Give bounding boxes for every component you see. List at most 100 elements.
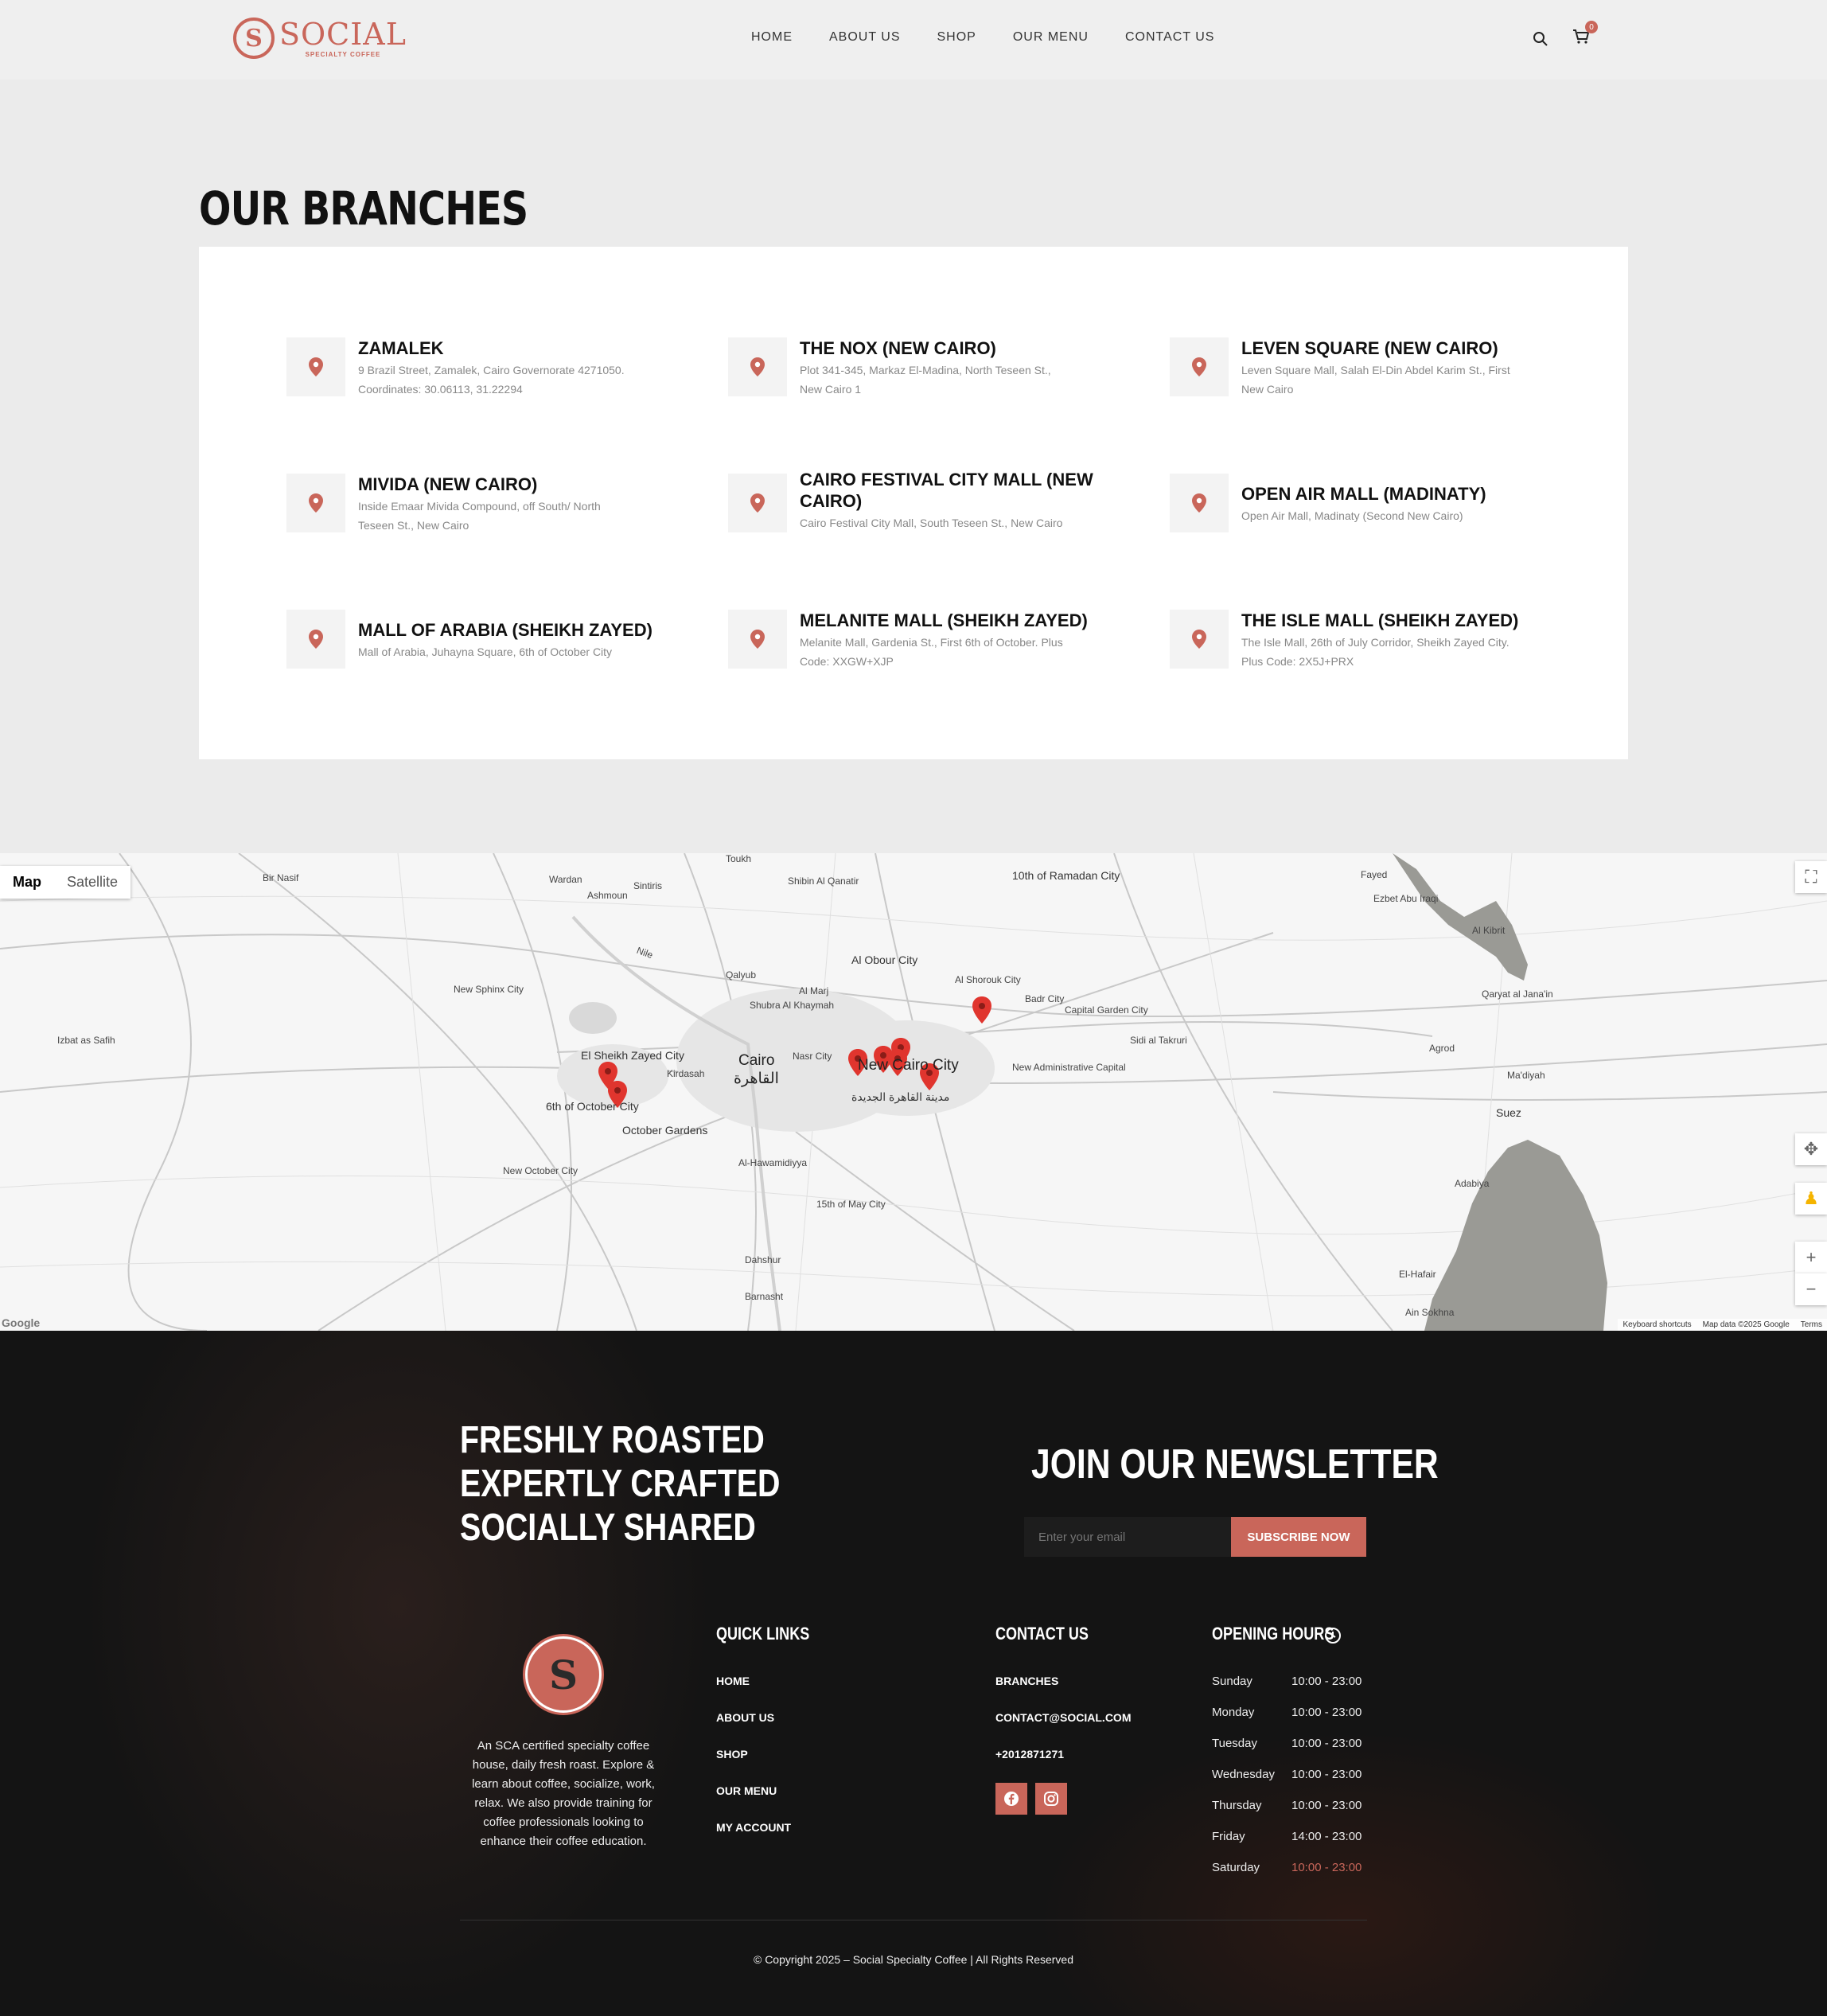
map-label: Ezbet Abu Iraqi (1373, 893, 1439, 904)
map-label: 15th of May City (816, 1199, 886, 1210)
quick-links-title: QUICK LINKS (716, 1624, 810, 1644)
cart-button[interactable]: 0 (1572, 21, 1598, 49)
facebook-icon[interactable] (995, 1783, 1027, 1815)
map-label: 10th of Ramadan City (1012, 869, 1120, 882)
branch-address: Cairo Festival City Mall, South Teseen S… (800, 517, 1063, 529)
logo-word: SOCIAL (279, 16, 407, 52)
footer-link-home[interactable]: HOME (716, 1675, 750, 1687)
contact-title: CONTACT US (995, 1624, 1089, 1644)
location-pin-icon (286, 337, 345, 396)
footer-link-my-account[interactable]: MY ACCOUNT (716, 1821, 791, 1834)
branch-item: MALL OF ARABIA (SHEIKH ZAYED) Mall of Ar… (286, 610, 700, 669)
map-type-map[interactable]: Map (0, 866, 54, 899)
map-label: New Sphinx City (454, 984, 524, 995)
clock-icon (1325, 1628, 1341, 1644)
newsletter-email-input[interactable] (1024, 1517, 1231, 1557)
map-label: Qalyub (726, 969, 757, 981)
branch-address: Melanite Mall, Gardenia St., First 6th o… (800, 636, 1063, 668)
branch-address: Mall of Arabia, Juhayna Square, 6th of O… (358, 645, 613, 658)
zoom-out-icon[interactable]: − (1795, 1273, 1827, 1305)
branch-name: ZAMALEK (358, 338, 444, 358)
keyboard-shortcuts-link[interactable]: Keyboard shortcuts (1622, 1320, 1691, 1329)
location-pin-icon (728, 474, 787, 532)
map-type-toggle: Map Satellite (0, 866, 131, 899)
nav-about-us[interactable]: ABOUT US (829, 30, 901, 45)
cart-count-badge: 0 (1585, 21, 1598, 33)
camera-control-icon[interactable]: ✥ (1795, 1133, 1827, 1165)
map-label: El-Hafair (1399, 1269, 1436, 1280)
map-label: Kirdasah (667, 1068, 705, 1079)
map-label: Al Kibrit (1472, 925, 1506, 936)
search-icon[interactable] (1533, 31, 1548, 47)
logo-subtitle: SPECIALTY COFFEE (305, 50, 381, 58)
map-label: Dahshur (745, 1254, 781, 1265)
map-label: Izbat as Safih (57, 1035, 115, 1046)
logo[interactable]: S SOCIAL SPECIALTY COFFEE (233, 18, 407, 59)
footer-link-shop[interactable]: SHOP (716, 1748, 748, 1761)
map-label: Bir Nasif (263, 872, 299, 883)
branch-address: Inside Emaar Mivida Compound, off South/… (358, 500, 601, 532)
location-pin-icon (1170, 610, 1229, 669)
footer-link-about-us[interactable]: ABOUT US (716, 1711, 774, 1724)
newsletter-form: SUBSCRIBE NOW (1024, 1517, 1366, 1557)
branch-item: THE ISLE MALL (SHEIKH ZAYED) The Isle Ma… (1170, 610, 1584, 671)
branches-map[interactable]: Cairo القاهرة New Cairo City مدينة القاه… (0, 853, 1827, 1331)
footer-link-phone[interactable]: +2012871271 (995, 1748, 1064, 1761)
branch-name: LEVEN SQUARE (NEW CAIRO) (1241, 338, 1498, 358)
map-label: Badr City (1025, 993, 1065, 1004)
branch-item: OPEN AIR MALL (MADINATY) Open Air Mall, … (1170, 474, 1584, 532)
map-type-satellite[interactable]: Satellite (54, 866, 130, 899)
branch-item: CAIRO FESTIVAL CITY MALL (NEW CAIRO) Cair… (728, 470, 1142, 532)
page-title: OUR BRANCHES (199, 181, 528, 236)
map-label: Ain Sokhna (1405, 1307, 1455, 1318)
newsletter-title: JOIN OUR NEWSLETTER (1031, 1441, 1439, 1488)
branch-name: THE NOX (NEW CAIRO) (800, 338, 996, 358)
map-label: Al-Hawamidiyya (738, 1157, 808, 1168)
branch-name: OPEN AIR MALL (MADINATY) (1241, 484, 1486, 504)
map-data-text: Map data ©2025 Google (1702, 1320, 1790, 1329)
hours-row: Friday 14:00 - 23:00 (1212, 1830, 1362, 1843)
branch-item: MIVIDA (NEW CAIRO) Inside Emaar Mivida C… (286, 474, 700, 535)
terms-link[interactable]: Terms (1801, 1320, 1822, 1329)
branch-item: ZAMALEK 9 Brazil Street, Zamalek, Cairo … (286, 337, 700, 399)
location-pin-icon (728, 610, 787, 669)
map-label: Al Obour City (851, 953, 918, 966)
instagram-icon[interactable] (1035, 1783, 1067, 1815)
map-label: Toukh (726, 853, 752, 864)
map-label: Barnasht (745, 1291, 784, 1302)
map-attribution: Keyboard shortcuts Map data ©2025 Google… (1618, 1319, 1827, 1331)
footer-link-our-menu[interactable]: OUR MENU (716, 1784, 777, 1797)
hours-row-today: Saturday 10:00 - 23:00 (1212, 1861, 1362, 1874)
nav-shop[interactable]: SHOP (937, 30, 976, 45)
location-pin-icon (1170, 337, 1229, 396)
branch-name: THE ISLE MALL (SHEIKH ZAYED) (1241, 610, 1519, 630)
map-label: New Administrative Capital (1012, 1062, 1126, 1073)
branch-name: MALL OF ARABIA (SHEIKH ZAYED) (358, 620, 652, 640)
branch-address: Leven Square Mall, Salah El-Din Abdel Ka… (1241, 364, 1510, 396)
map-label: Sintiris (633, 880, 663, 891)
map-label: القاهرة (734, 1070, 779, 1087)
map-label: October Gardens (622, 1124, 708, 1137)
branch-item: MELANITE MALL (SHEIKH ZAYED) Melanite Ma… (728, 610, 1142, 671)
zoom-in-icon[interactable]: + (1795, 1242, 1827, 1273)
site-footer: FRESHLY ROASTED EXPERTLY CRAFTED SOCIALL… (0, 1331, 1827, 2016)
branch-address: The Isle Mall, 26th of July Corridor, Sh… (1241, 636, 1510, 668)
branches-card: ZAMALEK 9 Brazil Street, Zamalek, Cairo … (199, 247, 1628, 759)
main-nav: HOME ABOUT US SHOP OUR MENU CONTACT US (751, 30, 1214, 45)
map-label: Shubra Al Khaymah (750, 1000, 835, 1011)
nav-contact-us[interactable]: CONTACT US (1125, 30, 1215, 45)
subscribe-button[interactable]: SUBSCRIBE NOW (1231, 1517, 1366, 1557)
hours-row: Tuesday 10:00 - 23:00 (1212, 1737, 1362, 1750)
footer-link-email[interactable]: CONTACT@SOCIAL.COM (995, 1711, 1132, 1724)
map-label: Ashmoun (587, 890, 628, 901)
google-logo: Google (2, 1316, 41, 1329)
nav-our-menu[interactable]: OUR MENU (1013, 30, 1089, 45)
branch-name: CAIRO FESTIVAL CITY MALL (NEW CAIRO) (800, 470, 1093, 511)
map-marker-icon[interactable] (972, 996, 991, 1024)
map-label: Adabiya (1455, 1178, 1490, 1189)
copyright-text: © Copyright 2025 – Social Specialty Coff… (753, 1953, 1073, 1966)
pegman-icon[interactable]: ♟ (1795, 1183, 1827, 1215)
footer-link-branches[interactable]: BRANCHES (995, 1675, 1058, 1687)
fullscreen-icon[interactable]: ⛶ (1795, 861, 1827, 893)
nav-home[interactable]: HOME (751, 30, 793, 45)
